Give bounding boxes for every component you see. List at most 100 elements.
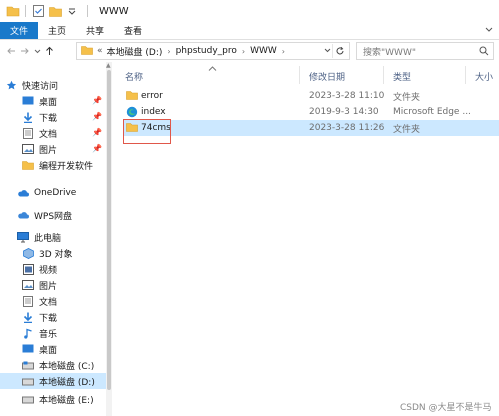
address-history-icon[interactable] xyxy=(324,46,331,55)
address-bar[interactable]: « 本地磁盘 (D:) › phpstudy_pro › WWW › xyxy=(76,42,350,60)
new-folder-icon[interactable] xyxy=(48,4,62,18)
nav-quick-access[interactable]: 快速访问 xyxy=(0,77,112,93)
nav-label: 桌面 xyxy=(39,97,58,108)
title-divider xyxy=(25,5,26,17)
window-title: WWW xyxy=(99,5,129,17)
properties-icon[interactable] xyxy=(31,4,45,18)
document-icon xyxy=(22,127,34,139)
tab-home[interactable]: 主页 xyxy=(38,22,76,39)
nav-label: 3D 对象 xyxy=(39,249,73,260)
search-input[interactable]: 搜索"WWW" xyxy=(356,42,494,60)
star-icon xyxy=(5,80,17,91)
nav-label: 视频 xyxy=(39,265,58,276)
file-date: 2023-3-28 11:26 xyxy=(309,123,385,133)
nav-label: 音乐 xyxy=(39,329,58,340)
pin-icon[interactable]: 📌 xyxy=(92,96,102,105)
customize-toolbar-icon[interactable] xyxy=(65,4,79,18)
drive-icon xyxy=(22,360,34,371)
nav-label: WPS网盘 xyxy=(34,211,73,222)
file-type: Microsoft Edge ... xyxy=(393,107,471,117)
cube-icon xyxy=(22,247,34,259)
address-overflow[interactable]: « xyxy=(97,46,103,56)
ribbon-tabs: 文件 主页 共享 查看 xyxy=(0,22,499,40)
back-arrow-icon[interactable] xyxy=(4,43,18,59)
folder-icon xyxy=(126,90,138,101)
nav-label: 图片 xyxy=(39,145,58,156)
sort-ascending-icon xyxy=(208,64,217,73)
forward-arrow-icon[interactable] xyxy=(18,43,32,59)
pin-icon[interactable]: 📌 xyxy=(92,128,102,137)
nav-label: 文档 xyxy=(39,297,58,308)
drive-icon xyxy=(22,394,34,405)
pin-icon[interactable]: 📌 xyxy=(92,144,102,153)
nav-item-videos[interactable]: 视频 xyxy=(0,261,112,277)
recent-locations-icon[interactable] xyxy=(32,43,42,59)
refresh-icon[interactable] xyxy=(332,44,346,58)
folder-icon xyxy=(6,5,20,17)
pin-icon[interactable]: 📌 xyxy=(92,112,102,121)
breadcrumb-drive-d[interactable]: 本地磁盘 (D:) xyxy=(107,45,163,58)
breadcrumb-chevron-icon[interactable]: › xyxy=(242,47,245,56)
nav-item-music[interactable]: 音乐 xyxy=(0,325,112,341)
nav-label: 下载 xyxy=(39,113,58,124)
navigation-pane: 快速访问 桌面 📌 下载 📌 文档 📌 图片 📌 编程开发软件 OneDrive… xyxy=(0,62,112,416)
column-size[interactable]: 大小 xyxy=(475,68,493,84)
nav-item-pc-desktop[interactable]: 桌面 xyxy=(0,341,112,357)
nav-item-dev-software[interactable]: 编程开发软件 xyxy=(0,157,112,173)
watermark: CSDN @大星不是牛马 xyxy=(400,403,492,413)
scrollbar-thumb[interactable] xyxy=(107,70,111,390)
nav-label: 桌面 xyxy=(39,345,58,356)
video-icon xyxy=(22,263,34,275)
nav-item-pc-downloads[interactable]: 下载 xyxy=(0,309,112,325)
folder-icon xyxy=(22,160,34,171)
file-type: 文件夹 xyxy=(393,124,421,135)
file-type: 文件夹 xyxy=(393,92,421,103)
column-divider[interactable] xyxy=(383,66,384,84)
cloud-icon xyxy=(17,188,29,199)
nav-wps-drive[interactable]: WPS网盘 xyxy=(0,207,112,223)
nav-item-desktop[interactable]: 桌面 📌 xyxy=(0,93,112,109)
file-list: 名称 修改日期 类型 大小 error 2023-3-28 11:10 文件夹 … xyxy=(113,62,499,416)
nav-item-documents[interactable]: 文档 📌 xyxy=(0,125,112,141)
breadcrumb-phpstudy[interactable]: phpstudy_pro xyxy=(176,46,237,56)
nav-item-pc-documents[interactable]: 文档 xyxy=(0,293,112,309)
nav-onedrive[interactable]: OneDrive xyxy=(0,185,112,201)
nav-item-pc-pictures[interactable]: 图片 xyxy=(0,277,112,293)
nav-item-drive-e[interactable]: 本地磁盘 (E:) xyxy=(0,391,112,407)
nav-item-downloads[interactable]: 下载 📌 xyxy=(0,109,112,125)
tab-file[interactable]: 文件 xyxy=(0,22,39,39)
address-row: « 本地磁盘 (D:) › phpstudy_pro › WWW › 搜索"WW… xyxy=(0,40,499,62)
tab-share[interactable]: 共享 xyxy=(76,22,114,39)
nav-item-pictures[interactable]: 图片 📌 xyxy=(0,141,112,157)
tab-view[interactable]: 查看 xyxy=(114,22,152,39)
drive-icon xyxy=(22,376,34,387)
column-name[interactable]: 名称 xyxy=(125,68,143,84)
edge-icon xyxy=(126,106,138,118)
file-row[interactable]: error 2023-3-28 11:10 文件夹 xyxy=(123,88,499,104)
nav-item-drive-c[interactable]: 本地磁盘 (C:) xyxy=(0,357,112,373)
column-divider[interactable] xyxy=(299,66,300,84)
nav-item-3d-objects[interactable]: 3D 对象 xyxy=(0,245,112,261)
breadcrumb-www[interactable]: WWW xyxy=(250,46,277,56)
column-date[interactable]: 修改日期 xyxy=(309,68,345,84)
expand-ribbon-icon[interactable] xyxy=(485,26,493,36)
nav-label: 此电脑 xyxy=(34,233,62,244)
nav-label: 编程开发软件 xyxy=(39,161,94,172)
file-date: 2023-3-28 11:10 xyxy=(309,91,385,101)
breadcrumb-chevron-icon[interactable]: › xyxy=(282,47,285,56)
desktop-icon xyxy=(22,344,34,355)
scroll-up-icon[interactable]: ▲ xyxy=(106,62,111,69)
column-type[interactable]: 类型 xyxy=(393,68,411,84)
file-row[interactable]: 74cms 2023-3-28 11:26 文件夹 xyxy=(123,120,499,136)
music-icon xyxy=(22,328,34,339)
nav-this-pc[interactable]: 此电脑 xyxy=(0,229,112,245)
title-divider xyxy=(87,5,88,17)
nav-item-drive-d[interactable]: 本地磁盘 (D:) xyxy=(0,373,112,389)
up-arrow-icon[interactable] xyxy=(42,43,56,59)
navigation-scrollbar[interactable]: ▲ xyxy=(106,62,112,416)
breadcrumb-chevron-icon[interactable]: › xyxy=(167,47,170,56)
column-divider[interactable] xyxy=(465,66,466,84)
file-row[interactable]: index 2019-9-3 14:30 Microsoft Edge ... xyxy=(123,104,499,120)
file-name: error xyxy=(141,91,163,101)
picture-icon xyxy=(22,144,34,155)
